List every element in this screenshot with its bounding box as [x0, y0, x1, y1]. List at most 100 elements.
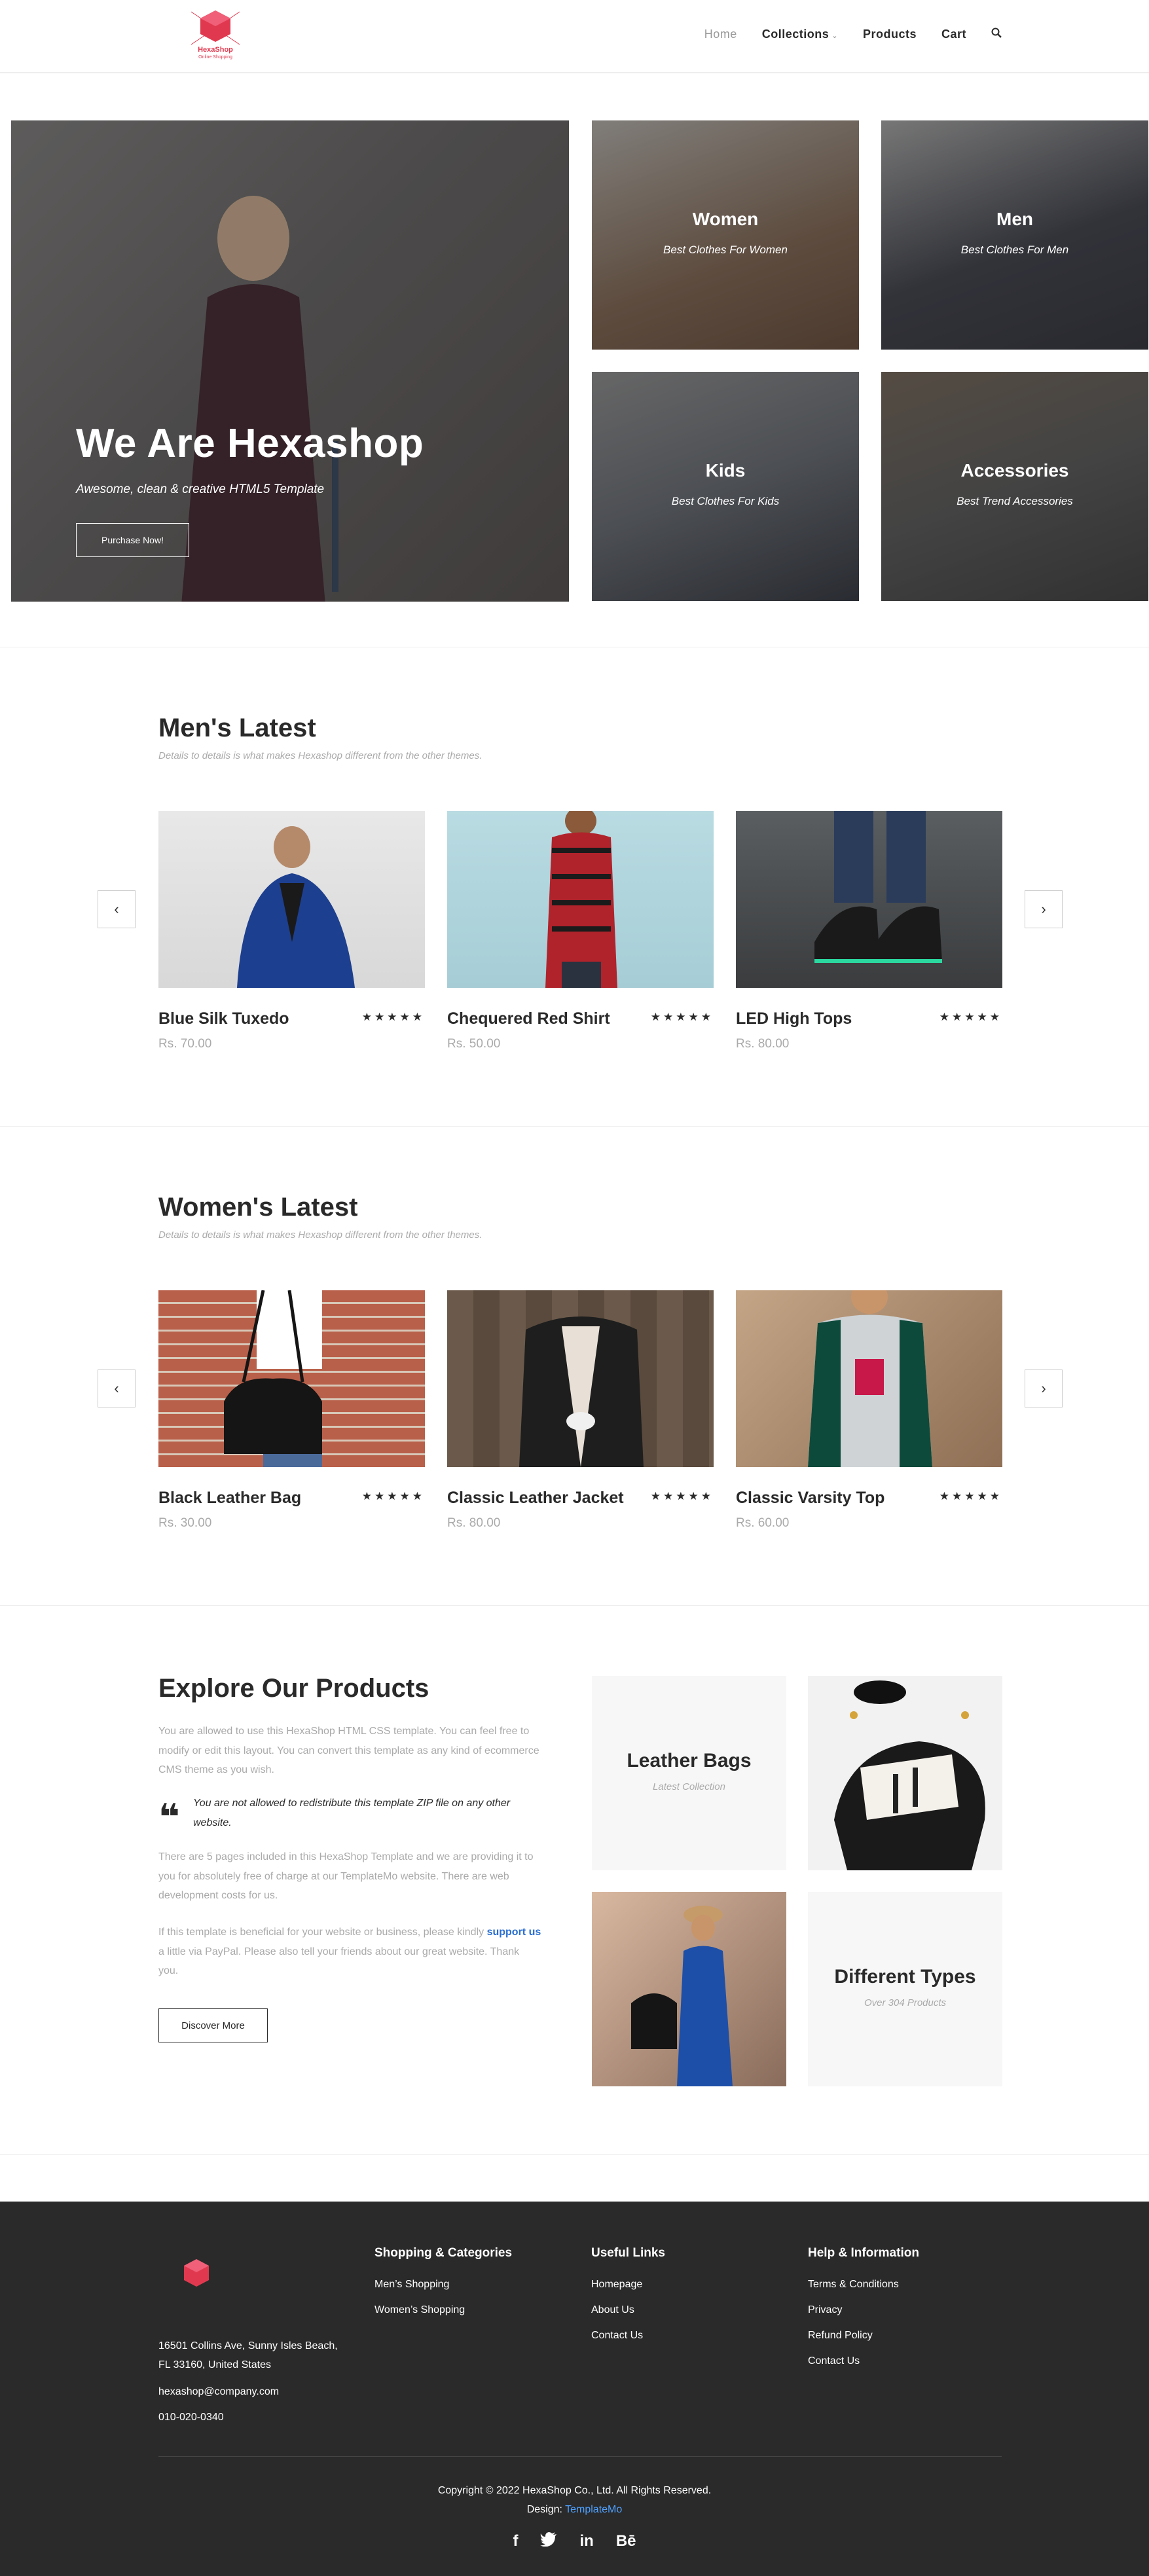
product-name: Classic Varsity Top	[736, 1489, 885, 1507]
address-line-1: 16501 Collins Ave, Sunny Isles Beach,	[158, 2340, 338, 2351]
footer-link[interactable]: Women’s Shopping	[374, 2304, 465, 2316]
support-us-link[interactable]: support us	[487, 1927, 541, 1938]
explore-quote: You are not allowed to redistribute this…	[193, 1798, 511, 1828]
templatemo-link[interactable]: TemplateMo	[565, 2504, 622, 2515]
footer-link[interactable]: Contact Us	[808, 2355, 860, 2367]
womens-next-button[interactable]: ›	[1025, 1370, 1063, 1407]
star-rating-icon: ★★★★★	[939, 1011, 1002, 1023]
category-overlay	[592, 372, 859, 601]
explore-title: Explore Our Products	[158, 1674, 429, 1703]
section-divider	[0, 1605, 1149, 1606]
star-rating-icon: ★★★★★	[650, 1490, 714, 1502]
product-card[interactable]: Chequered Red Shirt ★★★★★ Rs. 50.00	[447, 811, 714, 1051]
category-overlay	[592, 120, 859, 350]
logo-subtext: Online Shopping	[198, 55, 232, 60]
paragraph-text: If this template is beneficial for your …	[158, 1927, 487, 1938]
nav-cart[interactable]: Cart	[941, 27, 966, 41]
footer-divider	[158, 2456, 1002, 2457]
copyright-text: Copyright © 2022 HexaShop Co., Ltd. All …	[437, 2485, 712, 2496]
category-card-women[interactable]: Women Best Clothes For Women	[592, 120, 859, 350]
explore-paragraph-3: If this template is beneficial for your …	[158, 1923, 541, 1981]
womens-prev-button[interactable]: ‹	[98, 1370, 136, 1407]
footer-col-title: Useful Links	[591, 2246, 665, 2260]
discover-more-button[interactable]: Discover More	[158, 2008, 268, 2042]
facebook-icon[interactable]: f	[513, 2532, 518, 2551]
category-subtitle: Best Trend Accessories	[957, 495, 1073, 507]
product-card[interactable]: Classic Varsity Top ★★★★★ Rs. 60.00	[736, 1290, 1002, 1530]
womens-section-subtitle: Details to details is what makes Hexasho…	[158, 1229, 483, 1241]
design-credit: Design: TemplateMo	[0, 2504, 1149, 2516]
product-image	[736, 811, 1002, 988]
product-price: Rs. 60.00	[736, 1516, 790, 1530]
footer-email[interactable]: hexashop@company.com	[158, 2383, 279, 2402]
star-rating-icon: ★★★★★	[939, 1490, 1002, 1502]
womens-section-title: Women's Latest	[158, 1193, 358, 1222]
category-title: Kids	[705, 460, 746, 481]
tile-title: Leather Bags	[627, 1750, 752, 1771]
footer-link[interactable]: Contact Us	[591, 2330, 643, 2342]
category-overlay	[881, 120, 1148, 350]
category-card-accessories[interactable]: Accessories Best Trend Accessories	[881, 372, 1148, 601]
category-title: Women	[692, 209, 759, 229]
nav-products[interactable]: Products	[863, 27, 917, 41]
explore-paragraph-2: There are 5 pages included in this HexaS…	[158, 1851, 534, 1902]
site-header: HexaShop Online Shopping Home Collection…	[0, 0, 1149, 73]
logo-text: HexaShop	[198, 46, 233, 54]
address-line-2: FL 33160, United States	[158, 2359, 271, 2370]
product-name: Black Leather Bag	[158, 1489, 302, 1507]
footer-link[interactable]: Homepage	[591, 2279, 642, 2291]
category-card-kids[interactable]: Kids Best Clothes For Kids	[592, 372, 859, 601]
product-image	[447, 1290, 714, 1467]
category-title: Men	[996, 209, 1033, 229]
linkedin-icon[interactable]: in	[579, 2532, 593, 2551]
category-subtitle: Best Clothes For Women	[663, 244, 788, 256]
purchase-now-button[interactable]: Purchase Now!	[76, 523, 189, 557]
footer-col-title: Shopping & Categories	[374, 2246, 513, 2260]
twitter-icon[interactable]	[540, 2532, 557, 2551]
hero-subtitle: Awesome, clean & creative HTML5 Template	[76, 482, 325, 496]
main-nav: Home Collections ⌄ Products Cart	[704, 27, 1002, 41]
footer-link[interactable]: Privacy	[808, 2304, 842, 2316]
nav-collections[interactable]: Collections ⌄	[762, 27, 838, 41]
product-image	[736, 1290, 1002, 1467]
product-price: Rs. 80.00	[447, 1516, 501, 1530]
tile-subtitle: Latest Collection	[653, 1781, 725, 1792]
chevron-down-icon: ⌄	[831, 32, 838, 40]
tile-title: Different Types	[834, 1966, 976, 1987]
product-card[interactable]: LED High Tops ★★★★★ Rs. 80.00	[736, 811, 1002, 1051]
category-subtitle: Best Clothes For Kids	[671, 495, 780, 507]
category-card-men[interactable]: Men Best Clothes For Men	[881, 120, 1148, 350]
product-image	[158, 811, 425, 988]
different-types-tile[interactable]: Different Types Over 304 Products	[808, 1892, 1002, 2086]
footer-address: 16501 Collins Ave, Sunny Isles Beach, FL…	[158, 2337, 338, 2375]
nav-home[interactable]: Home	[704, 27, 737, 41]
behance-icon[interactable]: Bē	[616, 2532, 636, 2551]
leather-bags-tile[interactable]: Leather Bags Latest Collection	[592, 1676, 786, 1870]
product-card[interactable]: Blue Silk Tuxedo ★★★★★ Rs. 70.00	[158, 811, 425, 1051]
mens-next-button[interactable]: ›	[1025, 890, 1063, 928]
mens-prev-button[interactable]: ‹	[98, 890, 136, 928]
product-price: Rs. 50.00	[447, 1037, 501, 1051]
hero-banner: We Are Hexashop Awesome, clean & creativ…	[11, 120, 569, 602]
star-rating-icon: ★★★★★	[361, 1490, 425, 1502]
footer-logo-icon[interactable]	[173, 2254, 219, 2300]
footer-link[interactable]: Refund Policy	[808, 2330, 873, 2342]
product-card[interactable]: Black Leather Bag ★★★★★ Rs. 30.00	[158, 1290, 425, 1530]
footer-link[interactable]: About Us	[591, 2304, 634, 2316]
nav-collections-label: Collections	[761, 27, 830, 41]
footer-phone: 010-020-0340	[158, 2412, 224, 2423]
product-image	[158, 1290, 425, 1467]
search-icon[interactable]	[991, 27, 1002, 41]
product-card[interactable]: Classic Leather Jacket ★★★★★ Rs. 80.00	[447, 1290, 714, 1530]
category-title: Accessories	[960, 460, 1069, 481]
footer-link[interactable]: Terms & Conditions	[808, 2279, 899, 2291]
accessories-image-tile	[808, 1676, 1002, 1870]
product-name: Blue Silk Tuxedo	[158, 1009, 289, 1028]
product-name: LED High Tops	[736, 1009, 852, 1028]
star-rating-icon: ★★★★★	[361, 1011, 425, 1023]
footer-link[interactable]: Men’s Shopping	[374, 2279, 449, 2291]
design-label: Design:	[526, 2504, 566, 2515]
model-image-tile	[592, 1892, 786, 2086]
section-divider	[0, 1126, 1149, 1127]
logo[interactable]: HexaShop Online Shopping	[185, 5, 246, 67]
